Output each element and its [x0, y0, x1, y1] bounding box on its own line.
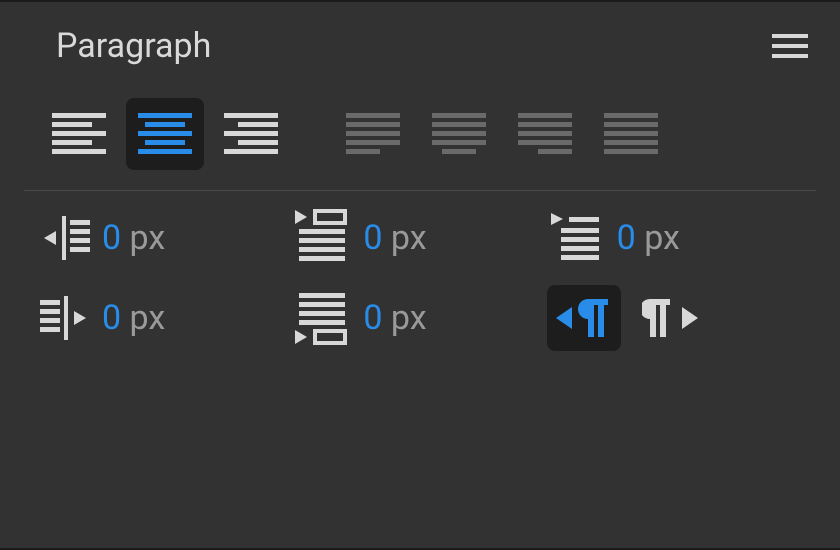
space-before-field[interactable]: 0 px — [547, 209, 800, 267]
align-center-button[interactable] — [126, 98, 204, 170]
rtl-direction-button[interactable] — [633, 285, 707, 351]
indent-right-icon — [40, 294, 90, 342]
hamburger-menu-icon — [772, 32, 808, 60]
indent-left-value: 0 px — [102, 218, 165, 258]
alignment-row — [0, 98, 840, 170]
align-right-button[interactable] — [212, 98, 290, 170]
last-line-indent-field[interactable]: 0 px — [293, 285, 546, 351]
first-line-indent-value: 0 px — [363, 218, 426, 258]
indent-left-field[interactable]: 0 px — [40, 209, 293, 267]
justify-last-right-button[interactable] — [506, 98, 584, 170]
first-line-indent-icon — [293, 209, 351, 267]
paragraph-panel: Paragraph — [0, 0, 840, 550]
panel-header: Paragraph — [0, 26, 840, 66]
align-right-icon — [224, 113, 278, 155]
indent-right-field[interactable]: 0 px — [40, 285, 293, 351]
rtl-pilcrow-icon — [642, 295, 698, 341]
text-direction-pair — [547, 285, 800, 351]
justify-last-right-icon — [518, 113, 572, 155]
align-left-button[interactable] — [40, 98, 118, 170]
space-before-icon — [547, 213, 605, 263]
ltr-direction-button[interactable] — [547, 285, 621, 351]
justify-last-center-button[interactable] — [420, 98, 498, 170]
justify-all-button[interactable] — [592, 98, 670, 170]
justify-last-left-icon — [346, 113, 400, 155]
indent-fields: 0 px 0 px — [0, 209, 840, 351]
indent-left-icon — [40, 214, 90, 262]
last-line-indent-icon — [293, 289, 351, 347]
justify-last-left-button[interactable] — [334, 98, 412, 170]
ltr-pilcrow-icon — [556, 295, 612, 341]
indent-right-value: 0 px — [102, 298, 165, 338]
panel-title: Paragraph — [56, 26, 211, 66]
last-line-indent-value: 0 px — [363, 298, 426, 338]
align-center-icon — [138, 113, 192, 155]
first-line-indent-field[interactable]: 0 px — [293, 209, 546, 267]
divider — [24, 190, 816, 191]
space-before-value: 0 px — [617, 218, 680, 258]
panel-menu-button[interactable] — [772, 32, 808, 60]
justify-all-icon — [604, 113, 658, 155]
align-left-icon — [52, 113, 106, 155]
justify-last-center-icon — [432, 113, 486, 155]
